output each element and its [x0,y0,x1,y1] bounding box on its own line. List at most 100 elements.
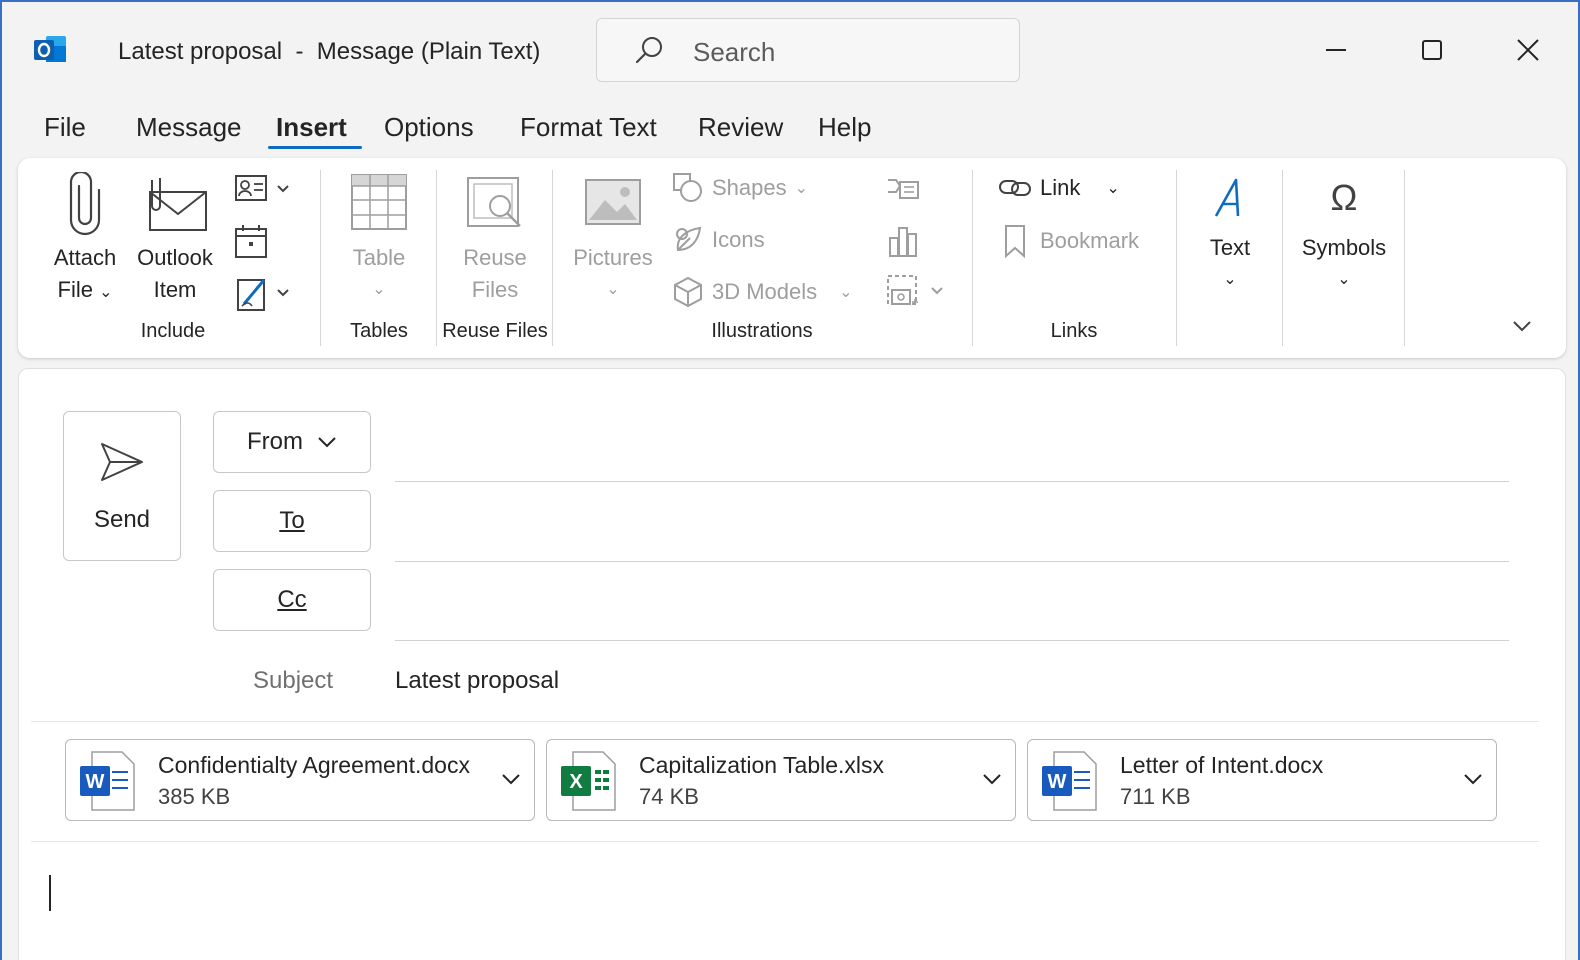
pictures-label: Pictures [573,245,653,270]
ribbon-separator [972,170,973,346]
text-button[interactable]: Text ⌄ [1190,176,1270,296]
icons-button[interactable]: Icons [672,224,765,256]
search-placeholder: Search [693,37,776,67]
cube-icon [674,276,702,308]
close-icon[interactable] [1504,26,1552,74]
link-icon [999,180,1031,196]
smartart-button[interactable] [886,172,920,209]
ribbon-separator [1176,170,1177,346]
contact-card-icon [235,175,289,201]
table-chevron-icon: ⌄ [372,281,386,298]
subject-divider [31,721,1539,722]
chevron-down-icon[interactable] [981,768,1003,790]
symbols-label: Symbols [1301,235,1387,260]
ribbon-expand-chevron-icon[interactable] [1508,314,1536,343]
chart-button[interactable] [886,224,920,263]
bookmark-button[interactable]: Bookmark [998,224,1139,258]
attach-file-label-2: File ⌄ [57,277,113,302]
tab-file[interactable]: File [44,112,86,143]
svg-text:W: W [1048,771,1067,793]
attachment-name: Confidentialty Agreement.docx [158,752,470,778]
search-icon [633,35,665,67]
tables-group-label: Tables [350,320,408,342]
picture-icon [585,179,641,225]
bookmark-label: Bookmark [1040,228,1140,253]
search-box[interactable]: Search [596,18,1020,82]
message-body[interactable] [31,849,1551,959]
table-button[interactable]: Table ⌄ [336,172,422,306]
ribbon-separator [1404,170,1405,346]
text-icon [1214,178,1240,217]
attach-file-button[interactable]: Attach File ⌄ [44,172,126,309]
cc-button[interactable]: Cc [213,569,371,631]
reuse-files-label-1: Reuse [463,245,527,270]
attachment-size: 711 KB [1120,784,1191,809]
svg-text:W: W [86,771,105,793]
table-label: Table [352,245,406,270]
ribbon: Attach File ⌄ Outlook Item Include Table… [18,158,1566,358]
business-card-button[interactable] [234,172,298,211]
shapes-button[interactable]: Shapes ⌄ [672,172,808,204]
chevron-down-icon[interactable] [500,768,522,790]
cc-field[interactable] [395,640,1509,641]
calendar-button[interactable] [234,224,270,265]
reuse-files-group-label: Reuse Files [442,320,548,342]
subject-field[interactable]: Latest proposal [395,667,559,695]
menu-tabs: File Message Insert Options Format Text … [0,112,1580,156]
links-group-label: Links [1050,320,1098,342]
to-label: To [279,507,305,534]
to-field[interactable] [395,561,1509,562]
title-bar: Latest proposal - Message (Plain Text) S… [0,0,1580,100]
active-tab-indicator [268,146,362,149]
attachment-name: Capitalization Table.xlsx [639,752,885,778]
chevron-down-icon[interactable] [1462,768,1484,790]
tab-help[interactable]: Help [818,112,871,143]
ribbon-separator [1282,170,1283,346]
from-button[interactable]: From [213,411,371,473]
signature-icon [237,279,289,311]
to-button[interactable]: To [213,490,371,552]
icons-icon [676,226,702,252]
3d-models-button[interactable]: 3D Models ⌄ [672,276,853,308]
text-cursor [49,875,51,911]
shapes-label: Shapes [712,175,787,200]
3d-models-label: 3D Models [712,279,818,304]
from-field-line [395,481,1509,482]
maximize-icon[interactable] [1408,26,1456,74]
outlook-item-label-2: Item [153,277,197,302]
pictures-button[interactable]: Pictures ⌄ [566,172,660,306]
compose-pane: Send From To Cc Subject Latest proposal … [18,368,1566,960]
smartart-icon [888,179,919,199]
tab-review[interactable]: Review [698,112,783,143]
shapes-chevron-icon: ⌄ [794,180,809,197]
tab-insert[interactable]: Insert [276,112,347,143]
link-label: Link [1040,175,1081,200]
attach-file-label-1: Attach [53,245,117,270]
reuse-files-button[interactable]: Reuse Files [450,172,540,306]
tab-format-text[interactable]: Format Text [520,112,657,143]
screenshot-button[interactable] [886,274,950,315]
word-file-icon: W [80,751,135,811]
excel-file-icon: X [561,751,616,811]
outlook-item-label-1: Outlook [137,245,213,270]
attachment-item[interactable]: W Letter of Intent.docx 711 KB [1027,739,1497,821]
minimize-icon[interactable] [1312,26,1360,74]
outlook-item-button[interactable]: Outlook Item [130,172,220,306]
send-button[interactable]: Send [63,411,181,561]
mail-clip-icon [149,178,207,231]
from-label: From [247,428,303,455]
tab-message[interactable]: Message [136,112,242,143]
text-label: Text [1209,235,1251,260]
symbols-button[interactable]: Ω Symbols ⌄ [1296,176,1392,296]
bar-chart-icon [889,227,917,257]
calendar-icon [235,225,267,258]
subject-label: Subject [253,667,334,694]
send-label: Send [93,506,151,533]
reuse-files-icon [467,177,521,227]
attachment-item[interactable]: W Confidentialty Agreement.docx 385 KB [65,739,535,821]
tab-options[interactable]: Options [384,112,474,143]
link-button[interactable]: Link ⌄ [998,172,1120,204]
signature-button[interactable] [234,274,298,317]
send-icon [101,443,143,481]
attachment-item[interactable]: X Capitalization Table.xlsx 74 KB [546,739,1016,821]
